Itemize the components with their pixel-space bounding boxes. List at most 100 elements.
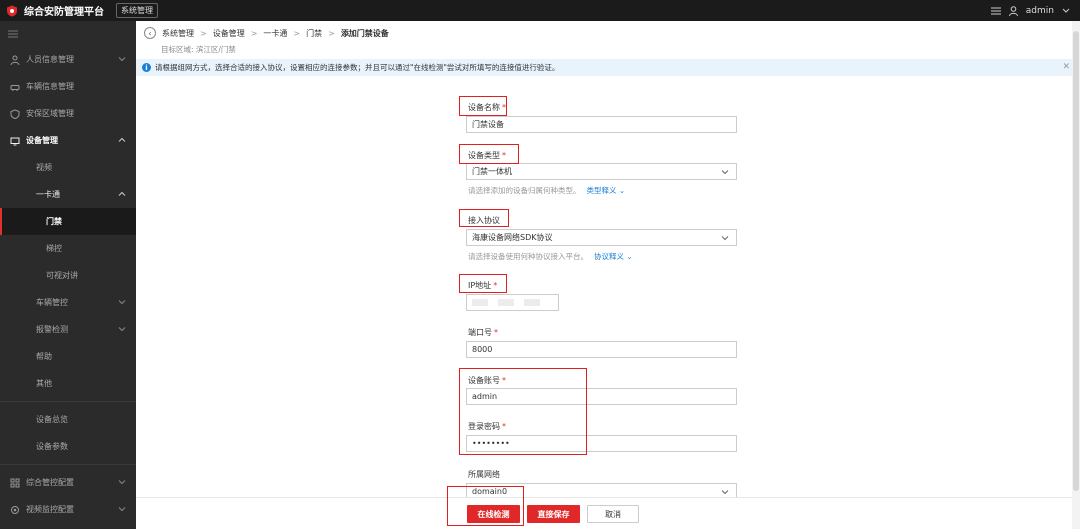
sidebar-item-vehicle-info[interactable]: 车辆信息管理	[0, 73, 136, 100]
top-bar: 综合安防管理平台 系统管理 admin	[0, 0, 1080, 21]
sidebar-item-label: 车辆管控	[36, 298, 68, 307]
ip-octet	[524, 299, 540, 306]
user-icon[interactable]	[1008, 5, 1018, 16]
sidebar-item-label: 梯控	[46, 244, 62, 253]
sidebar-collapse[interactable]	[0, 21, 136, 46]
info-banner: i 请根据组网方式，选择合适的接入协议，设置相应的连接参数；并且可以通过"在线检…	[136, 59, 1080, 76]
sidebar-item-label: 设备管理	[26, 136, 58, 145]
sidebar-item-label: 设备总览	[36, 415, 68, 424]
sidebar-item-device-overview[interactable]: 设备总览	[0, 406, 136, 433]
username[interactable]: admin	[1026, 6, 1054, 16]
app-title: 综合安防管理平台	[24, 7, 104, 18]
camera-icon	[11, 505, 19, 514]
port-input[interactable]: 8000	[466, 341, 737, 358]
main-content: ‹ 系统管理 > 设备管理 > 一卡通 > 门禁 > 添加门禁设备 目标区域: …	[136, 21, 1080, 529]
car-icon	[10, 84, 20, 91]
sidebar-item-onecard[interactable]: 一卡通	[0, 181, 136, 208]
chevron-down-icon	[118, 507, 126, 512]
sidebar-item-label: 综合管控配置	[26, 478, 74, 487]
form-footer: 在线检测 直接保存 取消	[136, 497, 1080, 529]
online-check-button[interactable]: 在线检测	[467, 505, 520, 523]
protocol-hint: 请选择设备使用何种协议接入平台。 协议释义 ⌄	[468, 252, 633, 261]
divider	[0, 464, 136, 465]
save-button[interactable]: 直接保存	[527, 505, 580, 523]
type-definition-link[interactable]: 类型释义	[587, 186, 617, 195]
protocol-label: 接入协议	[468, 216, 500, 225]
device-type-hint: 请选择添加的设备归属何种类型。 类型释义 ⌄	[468, 186, 626, 195]
divider	[0, 401, 136, 402]
close-icon[interactable]: ✕	[1062, 62, 1070, 72]
device-name-label: 设备名称 *	[468, 103, 506, 112]
chevron-down-icon	[118, 327, 126, 332]
device-name-input[interactable]: 门禁设备	[466, 116, 737, 133]
account-label: 设备账号 *	[468, 376, 506, 385]
ip-label: IP地址 *	[468, 281, 498, 290]
system-badge[interactable]: 系统管理	[116, 3, 158, 18]
info-icon: i	[142, 63, 151, 72]
chevron-down-icon	[118, 300, 126, 305]
sidebar-item-label: 人员信息管理	[26, 55, 74, 64]
sidebar-item-label: 报警检测	[36, 325, 68, 334]
sidebar-item-label: 一卡通	[36, 190, 60, 199]
sidebar-item-help[interactable]: 帮助	[0, 343, 136, 370]
sidebar-item-device-params[interactable]: 设备参数	[0, 433, 136, 460]
sidebar-item-label: 视频	[36, 163, 52, 172]
breadcrumb-item[interactable]: 一卡通	[263, 28, 287, 39]
sidebar-item-person-info[interactable]: 人员信息管理	[0, 46, 136, 73]
sidebar-item-video[interactable]: 视频	[0, 154, 136, 181]
scrollbar[interactable]	[1072, 21, 1080, 529]
sidebar-item-label: 车辆信息管理	[26, 82, 74, 91]
sidebar-item-intercom[interactable]: 可视对讲	[0, 262, 136, 289]
chevron-down-icon[interactable]	[1062, 8, 1070, 14]
cancel-button[interactable]: 取消	[587, 505, 639, 523]
banner-text: 请根据组网方式，选择合适的接入协议，设置相应的连接参数；并且可以通过"在线检测"…	[155, 63, 560, 72]
protocol-definition-link[interactable]: 协议释义	[594, 252, 624, 261]
scrollbar-thumb[interactable]	[1073, 31, 1079, 491]
menu-icon[interactable]	[990, 7, 1001, 15]
sidebar-item-device-management[interactable]: 设备管理	[0, 127, 136, 154]
ip-input[interactable]	[466, 294, 559, 311]
ip-octet	[472, 299, 488, 306]
sidebar-item-integrated-control[interactable]: 综合管控配置	[0, 469, 136, 496]
breadcrumb: ‹ 系统管理 > 设备管理 > 一卡通 > 门禁 > 添加门禁设备	[144, 27, 389, 39]
chevron-down-icon	[721, 236, 729, 241]
grid-icon	[10, 478, 20, 487]
breadcrumb-item[interactable]: 系统管理	[162, 28, 194, 39]
sidebar-item-access-control[interactable]: 门禁	[0, 208, 136, 235]
breadcrumb-separator: >	[328, 28, 335, 38]
chevron-up-icon	[118, 137, 126, 142]
person-icon	[10, 55, 20, 65]
device-type-label: 设备类型 *	[468, 151, 506, 160]
sidebar-item-vehicle-control[interactable]: 车辆管控	[0, 289, 136, 316]
breadcrumb-separator: >	[200, 28, 207, 38]
sidebar-item-label: 设备参数	[36, 442, 68, 451]
breadcrumb-separator: >	[250, 28, 258, 38]
sidebar-item-alarm-detection[interactable]: 报警检测	[0, 316, 136, 343]
sidebar-item-label: 安保区域管理	[26, 109, 74, 118]
sidebar-item-elevator[interactable]: 梯控	[0, 235, 136, 262]
sidebar-item-video-monitoring[interactable]: 视频监控配置	[0, 496, 136, 523]
sidebar-item-label: 其他	[36, 379, 52, 388]
chevron-down-icon	[721, 490, 729, 495]
sidebar: 人员信息管理 车辆信息管理 安保区域管理 设备管理 视频 一卡通 门禁 梯控 可…	[0, 21, 136, 529]
password-input[interactable]: ••••••••	[466, 435, 737, 452]
back-icon[interactable]: ‹	[144, 27, 156, 39]
sidebar-item-security-area[interactable]: 安保区域管理	[0, 100, 136, 127]
chevron-down-icon	[118, 57, 126, 62]
password-label: 登录密码 *	[468, 422, 506, 431]
breadcrumb-item[interactable]: 门禁	[306, 28, 322, 39]
sidebar-item-label: 视频监控配置	[26, 505, 74, 514]
chevron-down-icon	[118, 480, 126, 485]
hamburger-icon[interactable]	[8, 30, 18, 38]
ip-octet	[498, 299, 514, 306]
device-icon	[10, 137, 20, 145]
port-label: 端口号 *	[468, 328, 498, 337]
sidebar-item-label: 帮助	[36, 352, 52, 361]
breadcrumb-item[interactable]: 设备管理	[213, 28, 245, 39]
device-type-select[interactable]: 门禁一体机	[466, 163, 737, 180]
protocol-select[interactable]: 海康设备网络SDK协议	[466, 229, 737, 246]
sidebar-item-label: 可视对讲	[46, 271, 78, 280]
account-input[interactable]: admin	[466, 388, 737, 405]
logo-icon	[7, 5, 17, 16]
sidebar-item-other[interactable]: 其他	[0, 370, 136, 397]
